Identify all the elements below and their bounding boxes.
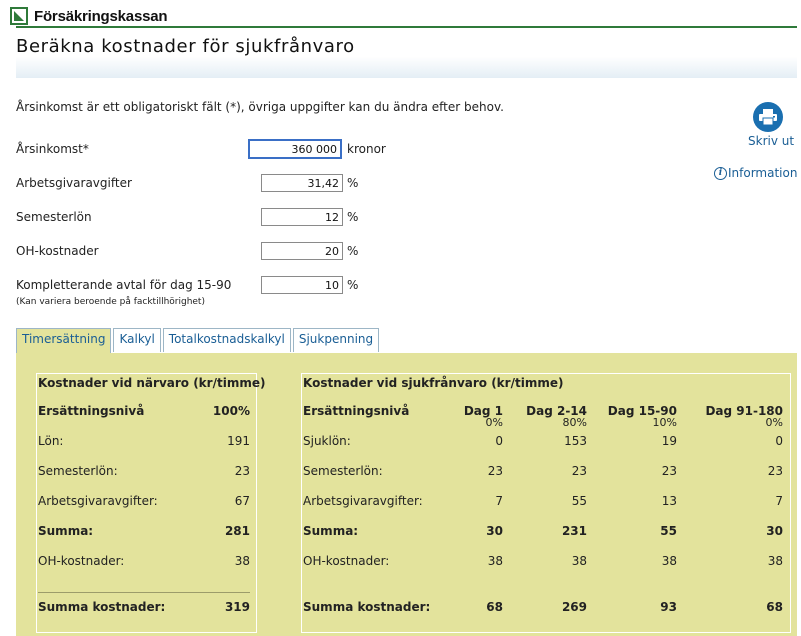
presence-sum-label: Summa: (38, 524, 94, 538)
presence-row-label: Semesterlön: (38, 464, 118, 478)
absence-total-label: Summa kostnader: (303, 600, 431, 614)
absence-cost-box: Kostnader vid sjukfrånvaro (kr/timme) Er… (301, 373, 791, 633)
absence-col-pct: 0% (765, 416, 783, 429)
supplementary-unit: % (347, 278, 359, 292)
brand-logo[interactable]: Försäkringskassan (10, 6, 168, 26)
overhead-label: OH-kostnader (16, 244, 99, 258)
presence-row-label: OH-kostnader: (38, 554, 125, 568)
presence-row-value: 23 (234, 464, 250, 478)
absence-col-pct: 80% (562, 416, 587, 429)
presence-level-label: Ersättningsnivå (38, 404, 145, 418)
absence-row-label: Arbetsgivaravgifter: (303, 494, 423, 508)
supplementary-label: Kompletterande avtal för dag 15-90 (16, 278, 232, 292)
absence-total-cell: 68 (766, 600, 783, 614)
presence-row-label: Lön: (38, 434, 64, 448)
annual-income-unit: kronor (347, 142, 386, 156)
tab-totalkostnadskalkyl[interactable]: Totalkostnadskalkyl (162, 328, 291, 352)
absence-total-cell: 269 (561, 600, 587, 614)
employer-fees-input[interactable] (261, 174, 343, 192)
absence-heading: Kostnader vid sjukfrånvaro (kr/timme) (303, 376, 564, 390)
absence-sum-cell: 30 (766, 524, 783, 538)
absence-cell: 38 (487, 554, 503, 568)
absence-cell: 23 (571, 464, 587, 478)
absence-row-label: OH-kostnader: (303, 554, 390, 568)
supplementary-note: (Kan variera beroende på facktillhörighe… (16, 297, 205, 307)
overhead-unit: % (347, 244, 359, 258)
presence-sum-value: 281 (224, 524, 250, 538)
presence-level-value: 100% (212, 404, 250, 418)
tab-timersattning[interactable]: Timersättning (16, 328, 112, 354)
annual-income-input[interactable] (248, 139, 342, 159)
print-button[interactable] (753, 102, 783, 132)
brand-name: Försäkringskassan (34, 7, 168, 25)
absence-cell: 38 (571, 554, 587, 568)
employer-fees-label: Arbetsgivaravgifter (16, 176, 132, 190)
absence-cell: 23 (661, 464, 677, 478)
absence-cell: 0 (775, 434, 783, 448)
absence-cell: 23 (767, 464, 783, 478)
presence-row-value: 38 (234, 554, 250, 568)
presence-heading: Kostnader vid närvaro (kr/timme) (38, 376, 266, 390)
absence-cell: 153 (564, 434, 587, 448)
absence-cell: 7 (495, 494, 503, 508)
page-title: Beräkna kostnader för sjukfrånvaro (16, 36, 355, 57)
presence-row-value: 191 (227, 434, 250, 448)
employer-fees-unit: % (347, 176, 359, 190)
absence-total-cell: 93 (660, 600, 677, 614)
absence-cell: 38 (767, 554, 783, 568)
absence-cell: 7 (775, 494, 783, 508)
information-label: Information (728, 166, 798, 180)
header-divider (16, 26, 797, 28)
brand-logo-icon (10, 7, 28, 25)
info-icon: i (714, 166, 727, 180)
absence-cell: 23 (487, 464, 503, 478)
information-link[interactable]: i Information (714, 166, 797, 180)
absence-total-cell: 68 (486, 600, 503, 614)
vacation-pay-input[interactable] (261, 208, 343, 226)
absence-col-pct: 10% (652, 416, 677, 429)
result-tabs: Timersättning Kalkyl Totalkostnadskalkyl… (16, 328, 381, 354)
absence-col-pct: 0% (485, 416, 503, 429)
vacation-pay-label: Semesterlön (16, 210, 92, 224)
tab-panel-timersattning: Kostnader vid närvaro (kr/timme) Ersättn… (16, 353, 797, 636)
absence-cell: 19 (661, 434, 677, 448)
vacation-pay-unit: % (347, 210, 359, 224)
tab-kalkyl[interactable]: Kalkyl (113, 328, 161, 352)
print-link[interactable]: Skriv ut (748, 134, 794, 148)
absence-sum-cell: 30 (486, 524, 503, 538)
absence-level-label: Ersättningsnivå (303, 404, 410, 418)
absence-sum-cell: 231 (561, 524, 587, 538)
absence-cell: 38 (661, 554, 677, 568)
presence-row-label: Arbetsgivaravgifter: (38, 494, 158, 508)
presence-total-divider (38, 592, 250, 593)
printer-icon (759, 109, 777, 125)
overhead-input[interactable] (261, 242, 343, 260)
absence-cell: 13 (661, 494, 677, 508)
intro-text: Årsinkomst är ett obligatoriskt fält (*)… (16, 100, 504, 114)
presence-row-value: 67 (234, 494, 250, 508)
absence-cell: 55 (571, 494, 587, 508)
annual-income-label: Årsinkomst* (16, 142, 89, 156)
absence-cell: 0 (495, 434, 503, 448)
tab-sjukpenning[interactable]: Sjukpenning (292, 328, 380, 352)
presence-total-label: Summa kostnader: (38, 600, 166, 614)
absence-sum-label: Summa: (303, 524, 359, 538)
absence-sum-cell: 55 (660, 524, 677, 538)
absence-row-label: Sjuklön: (303, 434, 351, 448)
presence-total-value: 319 (224, 600, 250, 614)
presence-cost-box: Kostnader vid närvaro (kr/timme) Ersättn… (36, 373, 265, 633)
absence-row-label: Semesterlön: (303, 464, 383, 478)
supplementary-input[interactable] (261, 276, 343, 294)
